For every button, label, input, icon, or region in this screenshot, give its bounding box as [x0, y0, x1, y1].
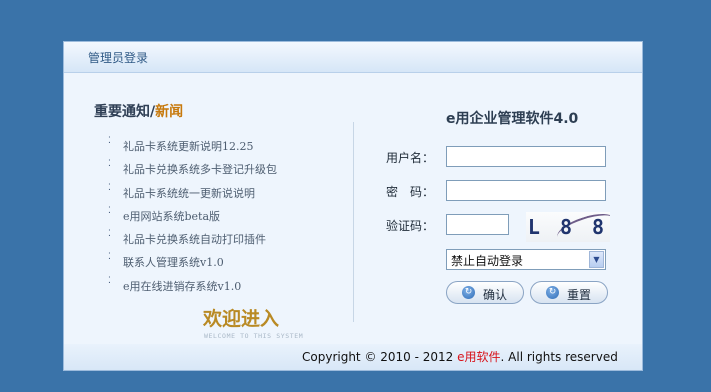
reset-label: 重置 [567, 288, 592, 302]
news-item-text[interactable]: e用网站系统beta版 [123, 209, 220, 225]
confirm-label: 确认 [483, 288, 508, 302]
news-item-text[interactable]: 联系人管理系统v1.0 [123, 255, 224, 271]
login-title: e用企业管理软件4.0 [446, 111, 579, 127]
password-input[interactable] [446, 180, 606, 201]
bullet-icon: ⁚ [108, 136, 111, 146]
login-panel: 管理员登录 重要通知/新闻 ⁚ 礼品卡系统更新说明12.25 ⁚ 礼品卡兑换系统多卡… [63, 41, 643, 371]
auto-login-select[interactable]: 禁止自动登录 ▼ [446, 249, 606, 270]
news-heading-main: 重要通知/ [94, 104, 156, 120]
news-heading-accent: 新闻 [155, 104, 184, 120]
news-item-text[interactable]: 礼品卡兑换系统自动打印插件 [123, 232, 266, 248]
news-item-text[interactable]: 礼品卡系统更新说明12.25 [123, 139, 254, 155]
news-heading: 重要通知/新闻 [94, 101, 183, 121]
refresh-icon: ↻ [546, 286, 559, 299]
refresh-icon: ↻ [462, 286, 475, 299]
welcome-subtitle: WELCOME TO THIS SYSTEM [204, 332, 304, 340]
welcome-title: 欢迎进入 [203, 308, 280, 330]
auto-login-selected: 禁止自动登录 [451, 254, 524, 268]
news-item-text[interactable]: 礼品卡兑换系统多卡登记升级包 [123, 162, 277, 178]
captcha-input[interactable] [446, 214, 509, 235]
bullet-icon: ⁚ [108, 275, 111, 286]
news-item-text[interactable]: e用在线进销存系统v1.0 [123, 279, 241, 295]
bullet-icon: ⁚ [108, 229, 111, 240]
chevron-down-icon[interactable]: ▼ [589, 251, 604, 268]
copyright-text: Copyright © 2010 - 2012 e用软件. All rights… [302, 348, 618, 365]
captcha-image[interactable]: L 8 8 N [526, 212, 610, 242]
panel-title: 管理员登录 [88, 51, 149, 65]
confirm-button[interactable]: ↻ 确认 [446, 281, 524, 304]
password-label: 密 码： [386, 185, 435, 199]
username-label: 用户名： [386, 151, 435, 165]
copyright-suffix: . All rights reserved [500, 350, 618, 364]
bullet-icon: ⁚ [108, 252, 111, 263]
username-input[interactable] [446, 146, 606, 167]
footer: Copyright © 2010 - 2012 e用软件. All rights… [64, 344, 642, 370]
news-item-text[interactable]: 礼品卡系统统一更新说说明 [123, 186, 255, 202]
copyright-prefix: Copyright © 2010 - 2012 [302, 350, 458, 364]
bullet-icon: ⁚ [108, 159, 111, 170]
captcha-image-text: L 8 8 N [527, 215, 609, 239]
bullet-icon: ⁚ [108, 182, 111, 193]
column-divider [353, 122, 354, 322]
copyright-brand: e用软件 [457, 350, 501, 364]
panel-header: 管理员登录 [64, 42, 642, 73]
reset-button[interactable]: ↻ 重置 [530, 281, 608, 304]
captcha-label: 验证码： [386, 219, 435, 233]
bullet-icon: ⁚ [108, 205, 111, 216]
